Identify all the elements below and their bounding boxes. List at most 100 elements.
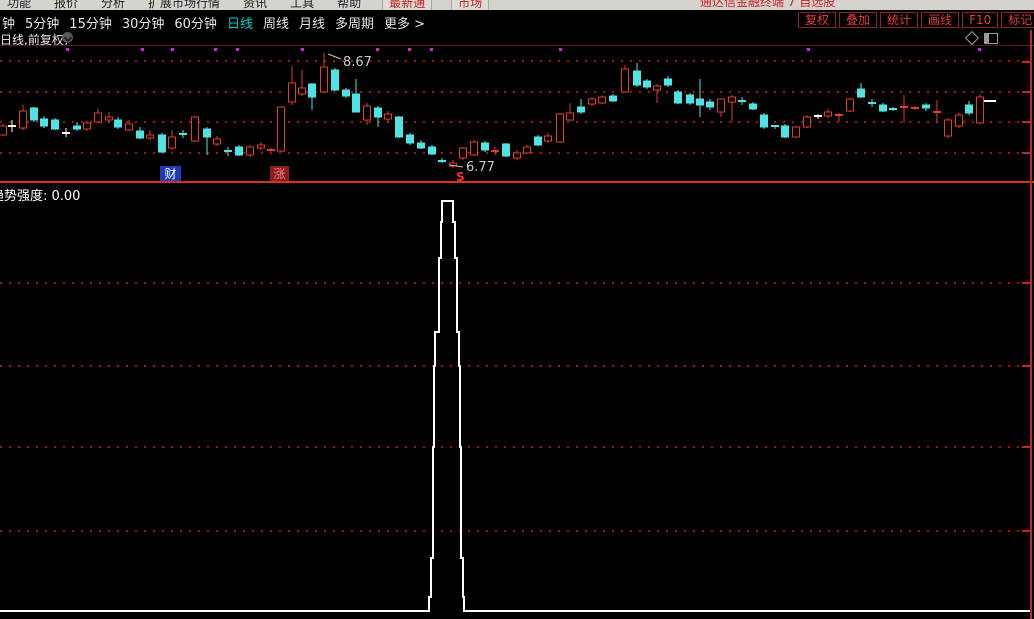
chart-title-row: 日线,前复权) [0, 30, 1034, 45]
toolbar-button-2[interactable]: 统计 [880, 12, 918, 28]
candle [977, 94, 984, 124]
candle [343, 88, 350, 98]
indicator-label: 趋势强度: 0.00 [0, 185, 80, 204]
candle [707, 99, 714, 110]
candle [718, 98, 725, 117]
candle [491, 147, 499, 155]
month-dot [559, 48, 562, 51]
month-dot [430, 48, 433, 51]
candle [900, 95, 908, 123]
month-dot [807, 48, 810, 51]
candle [159, 133, 166, 153]
candle [956, 113, 963, 128]
month-dot [141, 48, 144, 51]
indicator-spike-line [0, 201, 1030, 611]
candle [644, 79, 651, 89]
candle [750, 102, 757, 110]
candle [353, 79, 360, 112]
candle [214, 136, 221, 146]
candle [396, 116, 403, 138]
candle [429, 145, 436, 155]
candlestick-chart: 8.676.77S财涨 [0, 45, 1034, 181]
candle [438, 158, 446, 163]
candle [524, 145, 531, 154]
candle [814, 114, 822, 119]
candle [407, 133, 414, 145]
candle [622, 65, 629, 93]
candle [169, 130, 176, 150]
candle [889, 107, 897, 111]
month-dot [978, 48, 981, 51]
candle [224, 147, 232, 156]
candle [321, 53, 328, 93]
window-panel-icon[interactable] [984, 33, 998, 44]
candle [771, 125, 779, 129]
month-dot [236, 48, 239, 51]
high-price-label: 8.67 [343, 55, 372, 70]
candle [793, 126, 800, 138]
candle [309, 83, 316, 110]
candle [545, 133, 552, 143]
candle [835, 113, 843, 121]
candle [0, 124, 7, 136]
candle [418, 140, 425, 149]
candle [503, 143, 510, 157]
candle [514, 150, 521, 160]
toolbar-button-1[interactable]: 叠加 [839, 12, 877, 28]
period-toolbar: 钟5分钟15分钟30分钟60分钟日线周线月线多周期更多 > 复权叠加统计画线F1… [0, 10, 1034, 30]
candle [52, 118, 59, 130]
month-dot [376, 48, 379, 51]
toolbar-button-5[interactable]: 标记 [1001, 12, 1034, 28]
candle [557, 113, 564, 143]
candle [880, 103, 887, 112]
candle [74, 122, 81, 131]
candle [278, 106, 285, 152]
candle [911, 106, 919, 110]
app-window: { "menu_bar": { "items": ["功能", "报价", "分… [0, 0, 1034, 619]
candle [106, 112, 113, 123]
candle [761, 113, 768, 129]
candle [923, 103, 930, 111]
candle [41, 116, 48, 128]
candle [675, 90, 682, 104]
candle [332, 68, 339, 91]
promo-text[interactable]: 通达信金融终端 7 自选股 [700, 0, 835, 10]
candle [375, 106, 382, 127]
candle [471, 140, 478, 156]
candle [966, 101, 973, 115]
candle [460, 147, 467, 160]
candle [236, 145, 243, 156]
candle [179, 130, 187, 138]
low-price-label: 6.77 [466, 160, 495, 175]
candle [858, 83, 865, 98]
toolbar-button-3[interactable]: 画线 [921, 12, 959, 28]
candle [535, 135, 542, 146]
candle [578, 99, 585, 114]
diamond-icon[interactable] [965, 31, 979, 45]
candle [610, 94, 617, 102]
candle [665, 76, 672, 87]
candle [825, 109, 832, 118]
toolbar-button-0[interactable]: 复权 [798, 12, 836, 28]
candle [20, 105, 27, 130]
candle [945, 118, 952, 138]
candle [738, 97, 746, 105]
candle [137, 127, 144, 139]
candle [115, 117, 122, 129]
chevron-down-icon[interactable] [62, 32, 73, 43]
candle [654, 84, 661, 103]
candle [599, 95, 606, 104]
cai-badge-label: 财 [164, 167, 176, 181]
candle [204, 127, 211, 155]
month-dot [301, 48, 304, 51]
candle [267, 148, 275, 152]
candle [95, 109, 102, 123]
candle [31, 107, 38, 122]
candle [247, 145, 254, 157]
toolbar-button-4[interactable]: F10 [962, 12, 998, 28]
candle [782, 124, 789, 138]
zhang-badge-label: 涨 [273, 166, 285, 181]
candle [147, 130, 154, 140]
candle [847, 98, 854, 112]
candle [729, 95, 736, 122]
